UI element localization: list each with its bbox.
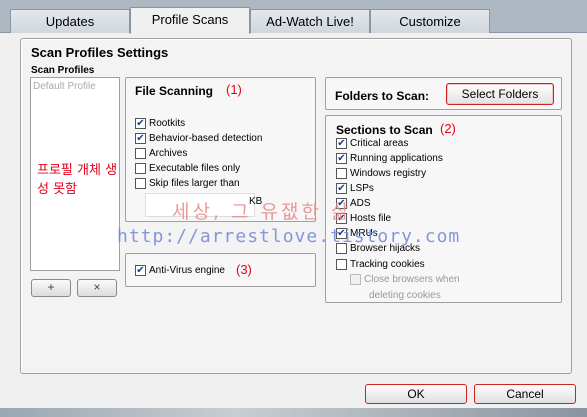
lsps-checkbox[interactable] [336, 183, 347, 194]
anti-virus-checkbox[interactable] [135, 265, 146, 276]
panel-title: Scan Profiles Settings [31, 45, 169, 60]
rootkits-label: Rootkits [149, 118, 186, 129]
critical-areas-checkbox[interactable] [336, 138, 347, 149]
option-critical-areas[interactable]: Critical areas [336, 137, 408, 151]
scan-profiles-label: Scan Profiles [31, 65, 95, 76]
tab-ad-watch-live[interactable]: Ad-Watch Live! [250, 9, 370, 33]
tracking-cookies-checkbox[interactable] [336, 259, 347, 270]
close-browsers-label: Close browsers when [364, 274, 460, 285]
archives-checkbox[interactable] [135, 148, 146, 159]
profile-item-default[interactable]: Default Profile [33, 81, 96, 92]
behavior-detection-label: Behavior-based detection [149, 133, 263, 144]
option-behavior-detection[interactable]: Behavior-based detection [135, 132, 262, 146]
hosts-file-label: Hosts file [350, 213, 392, 224]
tab-updates[interactable]: Updates [10, 9, 130, 33]
cancel-button[interactable]: Cancel [474, 384, 576, 404]
running-applications-checkbox[interactable] [336, 153, 347, 164]
running-applications-label: Running applications [350, 153, 443, 164]
ads-label: ADS [350, 198, 371, 209]
lsps-label: LSPs [350, 183, 374, 194]
scan-profiles-list[interactable]: Default Profile 프로필 개체 생성 못함 [30, 77, 120, 271]
option-rootkits[interactable]: Rootkits [135, 117, 185, 131]
option-anti-virus-engine[interactable]: Anti-Virus engine [135, 264, 225, 278]
folders-to-scan-label: Folders to Scan: [335, 89, 430, 103]
skip-large-files-checkbox[interactable] [135, 178, 146, 189]
windows-registry-label: Windows registry [350, 168, 427, 179]
watermark-url: http://arrestlove.tistory.com [117, 226, 461, 247]
annotation-2: (2) [440, 121, 456, 136]
option-running-applications[interactable]: Running applications [336, 152, 443, 166]
annotation-profile-note: 프로필 개체 생성 못함 [37, 163, 118, 197]
option-lsps[interactable]: LSPs [336, 182, 374, 196]
option-tracking-cookies[interactable]: Tracking cookies [336, 258, 425, 272]
option-skip-large-files[interactable]: Skip files larger than [135, 177, 240, 191]
annotation-3: (3) [236, 262, 252, 277]
select-folders-button[interactable]: Select Folders [446, 83, 554, 105]
background-desktop-strip [0, 408, 587, 417]
critical-areas-label: Critical areas [350, 138, 409, 149]
option-windows-registry[interactable]: Windows registry [336, 167, 426, 181]
tracking-cookies-label: Tracking cookies [350, 259, 425, 270]
ok-button[interactable]: OK [365, 384, 467, 404]
watermark-korean: 세상, 그 유잾한 삶 [172, 201, 352, 223]
windows-registry-checkbox[interactable] [336, 168, 347, 179]
archives-label: Archives [149, 148, 188, 159]
option-close-browsers: Close browsers when [350, 273, 460, 287]
skip-large-files-label: Skip files larger than [149, 178, 240, 189]
remove-profile-button[interactable]: × [77, 279, 117, 297]
executable-only-checkbox[interactable] [135, 163, 146, 174]
option-archives[interactable]: Archives [135, 147, 187, 161]
sections-to-scan-title: Sections to Scan [336, 123, 433, 137]
close-browsers-checkbox [350, 274, 361, 285]
tab-customize[interactable]: Customize [370, 9, 490, 33]
option-executable-only[interactable]: Executable files only [135, 162, 240, 176]
add-profile-button[interactable]: + [31, 279, 71, 297]
close-browsers-label-line2: deleting cookies [369, 290, 441, 301]
file-scanning-title: File Scanning [135, 84, 214, 98]
rootkits-checkbox[interactable] [135, 118, 146, 129]
executable-only-label: Executable files only [149, 163, 241, 174]
anti-virus-label: Anti-Virus engine [149, 265, 225, 276]
behavior-detection-checkbox[interactable] [135, 133, 146, 144]
annotation-1: (1) [226, 82, 242, 97]
tab-profile-scans[interactable]: Profile Scans [130, 7, 250, 34]
